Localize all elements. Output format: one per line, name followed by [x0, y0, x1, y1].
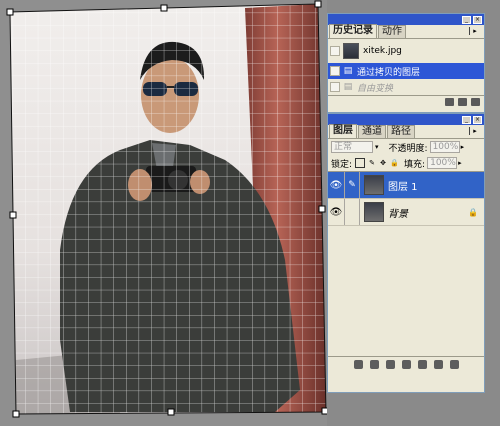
minimize-icon[interactable]: _ [462, 15, 471, 24]
layer-style-icon[interactable] [369, 359, 379, 369]
folder-icon[interactable] [401, 359, 411, 369]
tab-paths[interactable]: 路径 [387, 125, 415, 138]
blend-mode-select[interactable]: 正常 [331, 141, 373, 153]
history-tabs: 历史记录 动作 ▸ [328, 24, 484, 39]
transform-handle-br[interactable] [321, 407, 327, 415]
snapshot-thumbnail [343, 43, 359, 59]
workspace-margin [485, 0, 500, 426]
trash-icon[interactable] [449, 359, 459, 369]
eye-icon[interactable]: 👁 [328, 199, 345, 225]
panel-menu-arrow-icon[interactable]: ▸ [469, 127, 480, 135]
history-item-copy-layer[interactable]: ▤ 通过拷贝的图层 [328, 63, 484, 79]
fill-input[interactable]: 100% [427, 157, 458, 169]
transform-handle-right[interactable] [318, 205, 326, 213]
brush-icon[interactable]: ✎ [345, 172, 360, 198]
chevron-right-icon[interactable]: ▸ [458, 159, 462, 167]
lock-position-icon[interactable]: ✥ [379, 159, 387, 167]
layer-name[interactable]: 背景 [388, 205, 468, 220]
close-icon[interactable]: × [473, 115, 482, 124]
chevron-down-icon[interactable]: ▾ [375, 143, 379, 151]
create-snapshot-icon[interactable] [458, 98, 467, 106]
chevron-right-icon[interactable]: ▸ [461, 143, 465, 151]
transform-handle-tr[interactable] [314, 0, 322, 8]
tab-history[interactable]: 历史记录 [329, 24, 377, 38]
trash-icon[interactable] [471, 98, 480, 106]
history-state-icon: ▤ [343, 66, 353, 76]
eye-icon[interactable]: 👁 [328, 172, 345, 198]
link-layers-icon[interactable] [353, 359, 363, 369]
lock-image-icon[interactable]: ✎ [368, 159, 376, 167]
opacity-input[interactable]: 100% [429, 141, 460, 153]
layers-panel: _ × 图层 通道 路径 ▸ 正常 ▾ 不透明度: 100% ▸ 锁定: ✎ ✥… [327, 113, 485, 393]
tab-channels[interactable]: 通道 [358, 125, 386, 138]
transform-handle-tl[interactable] [6, 8, 14, 16]
transform-handle-top[interactable] [160, 4, 168, 12]
opacity-label: 不透明度: [388, 143, 428, 154]
close-icon[interactable]: × [473, 15, 482, 24]
snapshot-source-checkbox[interactable] [330, 46, 340, 56]
layer-thumbnail [364, 175, 384, 195]
layer-list-empty-area [328, 226, 484, 356]
history-item-free-transform[interactable]: ▤ 自由变换 [328, 79, 484, 95]
tab-layers[interactable]: 图层 [329, 124, 357, 138]
lock-transparency-icon[interactable] [355, 158, 366, 168]
layer-row-background[interactable]: 👁 背景 🔒 [328, 199, 484, 226]
history-snapshot[interactable]: xitek.jpg [328, 39, 484, 63]
history-item-label: 自由变换 [357, 83, 394, 94]
snapshot-label: xitek.jpg [363, 46, 402, 56]
blend-opacity-row: 正常 ▾ 不透明度: 100% ▸ [328, 139, 484, 155]
layer-mask-icon[interactable] [385, 359, 395, 369]
layer-row-layer1[interactable]: 👁 ✎ 图层 1 [328, 172, 484, 199]
history-item-checkbox[interactable] [330, 66, 340, 76]
layer-list: 👁 ✎ 图层 1 👁 背景 🔒 [328, 171, 484, 226]
layers-tabs: 图层 通道 路径 ▸ [328, 124, 484, 139]
minimize-icon[interactable]: _ [462, 115, 471, 124]
panel-menu-arrow-icon[interactable]: ▸ [469, 27, 480, 35]
history-item-checkbox[interactable] [330, 82, 340, 92]
new-layer-icon[interactable] [433, 359, 443, 369]
layers-footer [328, 356, 484, 371]
lock-label: 锁定: [331, 159, 353, 170]
history-item-label: 通过拷贝的图层 [357, 67, 421, 78]
new-document-from-state-icon[interactable] [445, 98, 454, 106]
lock-icon: 🔒 [468, 207, 478, 217]
link-slot[interactable] [345, 199, 360, 225]
transform-handle-bottom[interactable] [167, 408, 175, 416]
lock-all-icon[interactable]: 🔒 [390, 159, 399, 167]
history-footer [328, 95, 484, 108]
fill-label: 填充: [404, 159, 426, 170]
tab-actions[interactable]: 动作 [378, 25, 406, 38]
history-panel: _ × 历史记录 动作 ▸ xitek.jpg ▤ 通过拷贝的图层 ▤ 自由变换 [327, 13, 485, 113]
photo-layer [6, 0, 327, 418]
history-state-icon: ▤ [343, 82, 353, 92]
layer-thumbnail [364, 202, 384, 222]
adjustment-layer-icon[interactable] [417, 359, 427, 369]
layer-name[interactable]: 图层 1 [388, 178, 484, 193]
lock-fill-row: 锁定: ✎ ✥ 🔒 填充: 100% ▸ [328, 155, 484, 171]
transform-handle-left[interactable] [9, 211, 17, 219]
transform-handle-bl[interactable] [12, 410, 20, 418]
document-canvas[interactable] [0, 0, 327, 426]
transform-grid [10, 4, 326, 414]
